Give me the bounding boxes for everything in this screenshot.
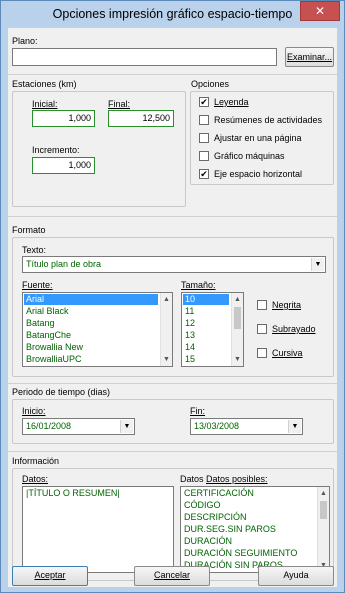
tamano-list[interactable]: 10 11 12 13 14 15 ▲ ▼ [181, 292, 244, 367]
fuente-scrollbar[interactable]: ▲ ▼ [160, 293, 172, 366]
eje-horizontal-checkbox[interactable]: ✔ [199, 169, 209, 179]
datos-label: Datos: [22, 474, 49, 484]
negrita-label: Negrita [272, 300, 302, 310]
cancel-button-label: Cancelar [153, 570, 191, 580]
separator [8, 216, 337, 217]
tamano-scrollbar[interactable]: ▲ ▼ [231, 293, 243, 366]
list-item[interactable]: 11 [183, 306, 229, 317]
subrayado-checkbox[interactable] [257, 324, 267, 334]
list-item[interactable]: DUR.SEG.SIN PAROS [182, 524, 316, 535]
help-button[interactable]: Ayuda [258, 566, 334, 586]
formato-title: Formato [12, 225, 46, 235]
inicio-value: 16/01/2008 [26, 421, 72, 431]
scroll-up-icon[interactable]: ▲ [318, 488, 329, 499]
leyenda-label: Leyenda [214, 97, 249, 107]
title-bar[interactable]: Opciones impresión gráfico espacio-tiemp… [1, 1, 344, 28]
ajustar-label: Ajustar en una página [214, 133, 302, 143]
incremento-input[interactable]: 1,000 [32, 157, 95, 174]
chevron-down-icon[interactable]: ▼ [120, 420, 133, 433]
inicial-input[interactable]: 1,000 [32, 110, 95, 127]
inicio-label: Inicio: [22, 406, 46, 416]
dialog-client: Plano: Examinar... Estaciones (km) Inici… [8, 28, 337, 587]
chevron-down-icon[interactable]: ▼ [311, 258, 324, 271]
list-item[interactable]: Arial Black [24, 306, 158, 317]
cursiva-checkbox[interactable] [257, 348, 267, 358]
fin-value: 13/03/2008 [194, 421, 240, 431]
opciones-title: Opciones [191, 79, 230, 89]
periodo-title: Periodo de tiempo (dias) [12, 387, 111, 397]
ajustar-checkbox[interactable] [199, 133, 209, 143]
subrayado-label: Subrayado [272, 324, 316, 334]
scroll-up-icon[interactable]: ▲ [232, 294, 243, 305]
plano-label: Plano: [12, 36, 38, 46]
negrita-checkbox[interactable] [257, 300, 267, 310]
fuente-label: Fuente: [22, 280, 53, 290]
list-item[interactable]: Browallia New [24, 342, 158, 353]
list-item[interactable]: DESCRIPCIÓN [182, 512, 316, 523]
scroll-down-icon[interactable]: ▼ [161, 354, 172, 365]
eje-horizontal-label: Eje espacio horizontal [214, 169, 303, 179]
accept-button[interactable]: Aceptar [12, 566, 88, 586]
list-item[interactable]: DURACIÓN SEGUIMIENTO [182, 548, 316, 559]
fuente-list[interactable]: Arial Arial Black Batang BatangChe Browa… [22, 292, 173, 367]
chevron-down-icon[interactable]: ▼ [288, 420, 301, 433]
list-item[interactable]: 15 [183, 354, 229, 365]
datos-posibles-scrollbar[interactable]: ▲ ▼ [317, 487, 329, 572]
texto-value: Título plan de obra [26, 259, 102, 269]
browse-button-label: Examinar... [286, 52, 333, 62]
datos-posibles-label: Datos Datos posibles: [180, 474, 268, 484]
list-item[interactable]: CÓDIGO [182, 500, 316, 511]
grafico-maquinas-label: Gráfico máquinas [214, 151, 285, 161]
separator [8, 74, 337, 75]
list-item[interactable]: Batang [24, 318, 158, 329]
incremento-label: Incremento: [32, 145, 80, 155]
list-item[interactable]: 14 [183, 342, 229, 353]
texto-label: Texto: [22, 245, 47, 255]
informacion-title: Información [12, 456, 60, 466]
grafico-maquinas-checkbox[interactable] [199, 151, 209, 161]
scroll-down-icon[interactable]: ▼ [232, 354, 243, 365]
final-input[interactable]: 12,500 [108, 110, 174, 127]
fin-label: Fin: [190, 406, 206, 416]
browse-button[interactable]: Examinar... [285, 47, 334, 67]
inicio-date-picker[interactable]: 16/01/2008 ▼ [22, 418, 135, 435]
list-item[interactable]: BrowalliaUPC [24, 354, 158, 365]
datos-posibles-label-text: Datos posibles: [206, 474, 268, 484]
final-label: Final: [108, 99, 131, 109]
tamano-label: Tamaño: [181, 280, 216, 290]
list-item[interactable]: CERTIFICACIÓN [182, 488, 316, 499]
scroll-thumb[interactable] [234, 307, 241, 329]
accept-button-label: Aceptar [34, 570, 66, 580]
leyenda-checkbox[interactable]: ✔ [199, 97, 209, 107]
cursiva-label: Cursiva [272, 348, 303, 358]
scroll-thumb[interactable] [320, 501, 327, 519]
scroll-up-icon[interactable]: ▲ [161, 294, 172, 305]
cancel-button[interactable]: Cancelar [134, 566, 210, 586]
texto-select[interactable]: Título plan de obra ▼ [22, 256, 326, 273]
separator [8, 451, 337, 452]
separator [8, 383, 337, 384]
list-item[interactable]: |TÍTULO O RESUMEN| [24, 488, 170, 499]
dialog-window: Opciones impresión gráfico espacio-tiemp… [0, 0, 345, 593]
plano-input[interactable] [12, 48, 277, 66]
datos-posibles-list[interactable]: CERTIFICACIÓN CÓDIGO DESCRIPCIÓN DUR.SEG… [180, 486, 330, 573]
datos-list[interactable]: |TÍTULO O RESUMEN| [22, 486, 174, 573]
list-item[interactable]: 13 [183, 330, 229, 341]
fin-date-picker[interactable]: 13/03/2008 ▼ [190, 418, 303, 435]
list-item[interactable]: 10 [183, 294, 229, 305]
resumenes-checkbox[interactable] [199, 115, 209, 125]
estaciones-title: Estaciones (km) [12, 79, 77, 89]
close-button[interactable]: ✕ [300, 1, 340, 21]
help-button-label: Ayuda [283, 570, 309, 580]
window-title: Opciones impresión gráfico espacio-tiemp… [52, 7, 293, 21]
resumenes-label: Resúmenes de actividades [214, 115, 323, 125]
list-item[interactable]: DURACIÓN [182, 536, 316, 547]
list-item[interactable]: Arial [24, 294, 158, 305]
list-item[interactable]: BatangChe [24, 330, 158, 341]
list-item[interactable]: 12 [183, 318, 229, 329]
inicial-label: Inicial: [32, 99, 58, 109]
